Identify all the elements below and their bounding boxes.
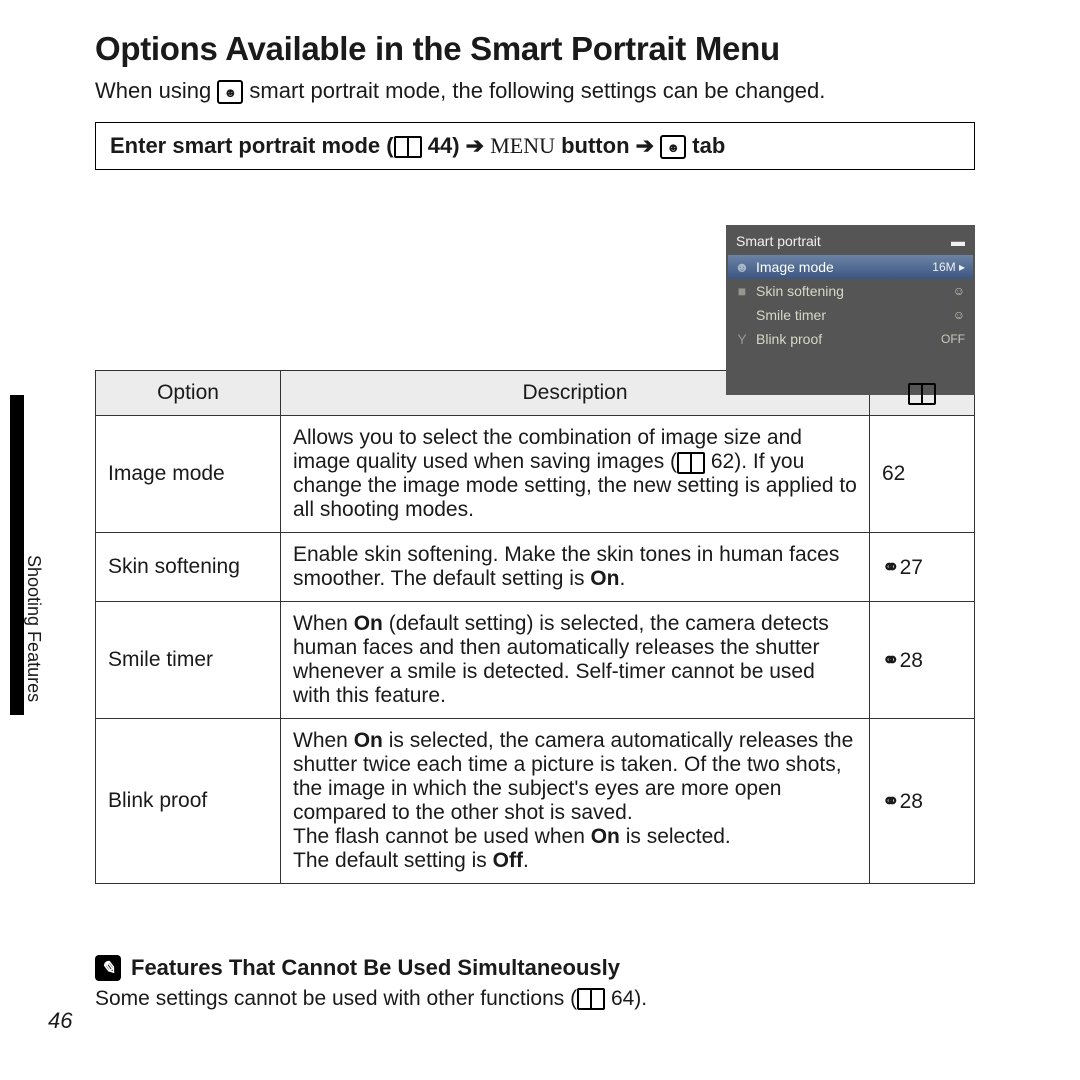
smart-portrait-icon: ☻ bbox=[217, 80, 243, 104]
footnote: ✎ Features That Cannot Be Used Simultane… bbox=[95, 955, 975, 1011]
col-option: Option bbox=[96, 371, 281, 416]
side-tab: Shooting Features bbox=[10, 395, 48, 715]
table-row: Image mode Allows you to select the comb… bbox=[96, 416, 975, 533]
smart-portrait-tab-icon: ☻ bbox=[660, 135, 686, 159]
smart-portrait-icon: ☻ bbox=[732, 255, 752, 279]
table-row: Smile timer When On (default setting) is… bbox=[96, 602, 975, 719]
link-icon: ⚭ bbox=[882, 790, 900, 813]
book-icon bbox=[394, 136, 422, 158]
cam-row-blink-proof: Y Blink proofOFF bbox=[728, 327, 973, 351]
table-row: Skin softening Enable skin softening. Ma… bbox=[96, 533, 975, 602]
note-title: Features That Cannot Be Used Simultaneou… bbox=[131, 955, 620, 981]
navigation-path: Enter smart portrait mode ( 44) ➔ MENU b… bbox=[95, 122, 975, 170]
book-icon bbox=[677, 452, 705, 474]
cam-title: Smart portrait bbox=[736, 233, 821, 249]
table-row: Blink proof When On is selected, the cam… bbox=[96, 719, 975, 884]
link-icon: ⚭ bbox=[882, 556, 900, 579]
options-table: Option Description Image mode Allows you… bbox=[95, 370, 975, 884]
cam-row-skin-softening: ■ Skin softening☺ bbox=[728, 279, 973, 303]
book-icon bbox=[577, 988, 605, 1010]
page-number: 46 bbox=[48, 1008, 72, 1034]
cam-row-smile-timer: Smile timer☺ bbox=[728, 303, 973, 327]
section-label: Shooting Features bbox=[23, 555, 44, 702]
setup-icon: Y bbox=[732, 327, 752, 351]
shoot-icon: ■ bbox=[732, 279, 752, 303]
book-icon bbox=[908, 383, 936, 405]
battery-icon: ▬ bbox=[951, 233, 965, 249]
page-title: Options Available in the Smart Portrait … bbox=[95, 30, 975, 68]
pencil-icon: ✎ bbox=[95, 955, 121, 981]
cam-row-image-mode: ☻ Image mode16M ▸ bbox=[728, 255, 973, 279]
intro-text: When using ☻ smart portrait mode, the fo… bbox=[95, 78, 975, 104]
link-icon: ⚭ bbox=[882, 649, 900, 672]
camera-menu-screenshot: Smart portrait ▬ ☻ Image mode16M ▸ ■ Ski… bbox=[726, 225, 975, 395]
